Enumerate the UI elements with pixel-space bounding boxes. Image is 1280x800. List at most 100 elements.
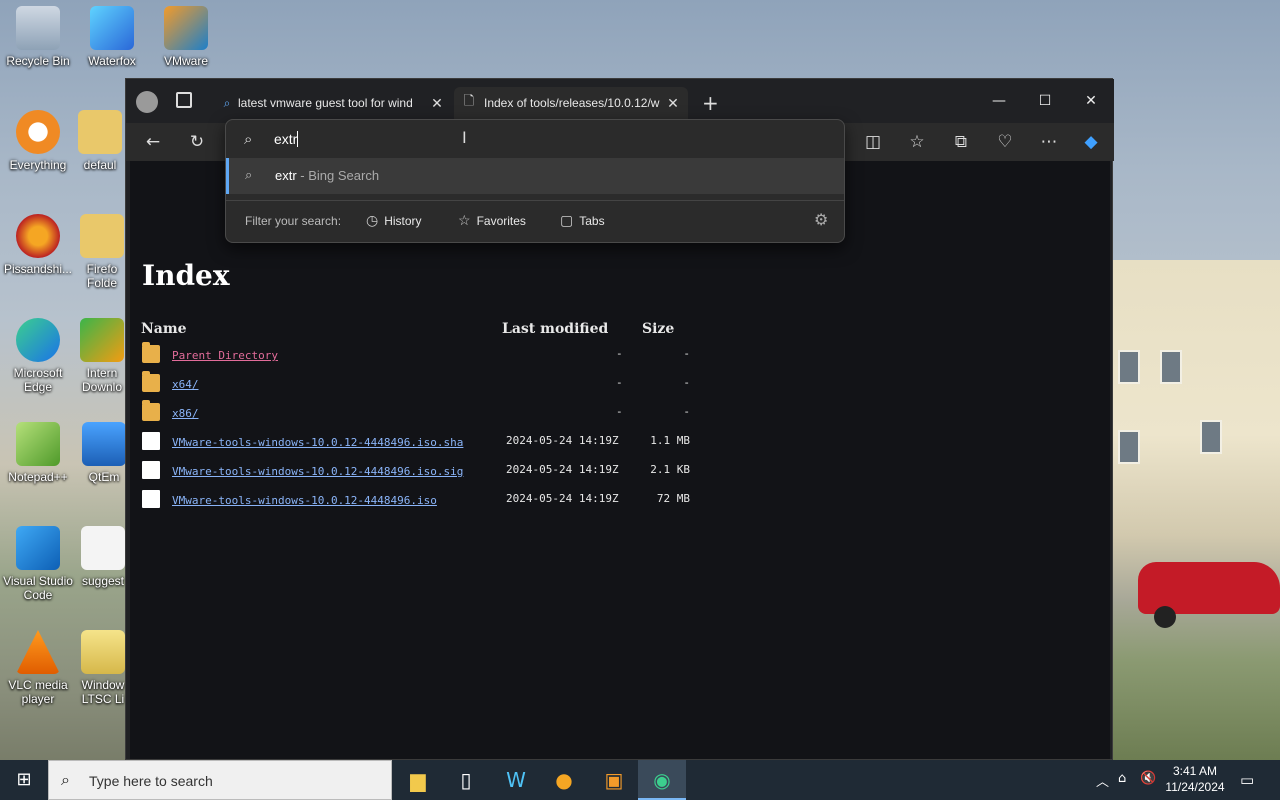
filter-tabs[interactable]: ▢ Tabs (560, 212, 605, 229)
desktop-icon-edge[interactable]: Microsoft Edge (0, 318, 76, 394)
waterfox-icon (90, 6, 134, 50)
document-icon (81, 526, 125, 570)
column-name[interactable]: Name (141, 321, 187, 337)
vmware-icon (164, 6, 208, 50)
desktop-icon-notepad-plus-plus[interactable]: Notepad++ (0, 422, 76, 484)
show-hidden-icons-icon[interactable]: ︿ (1096, 771, 1109, 790)
desktop-icon-vscode[interactable]: Visual Studio Code (0, 526, 76, 602)
search-icon: ⌕ (245, 168, 253, 183)
desktop-icon-vmware[interactable]: VMware (148, 6, 224, 68)
file-explorer-icon[interactable]: ▆ (394, 760, 442, 800)
favorites-icon[interactable]: ☆ (902, 127, 932, 157)
browser-essentials-icon[interactable]: ♡ (990, 127, 1020, 157)
text-cursor-icon: I (462, 128, 467, 147)
back-icon[interactable]: ← (138, 127, 168, 157)
desktop-icon-firefox-folder[interactable]: Firefo Folde (78, 214, 126, 290)
notifications-icon[interactable]: ▭ (1240, 771, 1254, 789)
close-window-icon[interactable]: ✕ (1068, 87, 1114, 115)
browser-icon[interactable]: ● (540, 760, 588, 800)
file-link[interactable]: VMware-tools-windows-10.0.12-4448496.iso… (172, 436, 463, 449)
gear-icon[interactable]: ⚙ (814, 210, 828, 229)
network-icon[interactable]: ⌂ (1118, 771, 1126, 786)
folder-icon (80, 214, 124, 258)
refresh-icon[interactable]: ↻ (182, 127, 212, 157)
filter-history[interactable]: ◷ History (366, 212, 422, 229)
profile-avatar-icon[interactable] (136, 91, 158, 113)
search-filter-bar: Filter your search: ◷ History ☆ Favorites … (226, 200, 844, 240)
desktop-icon-windows-ltsc[interactable]: Window LTSC Li (80, 630, 126, 706)
desktop-icon-download-manager[interactable]: Intern Downlo (78, 318, 126, 394)
vmware-icon[interactable]: ▣ (590, 760, 638, 800)
folder-icon (78, 110, 122, 154)
page-title: Index (142, 259, 230, 292)
wallpaper-window (1160, 350, 1182, 384)
monitor-icon (82, 422, 126, 466)
search-suggestion[interactable]: ⌕ extr - Bing Search (226, 158, 844, 194)
address-bar-dropdown: ⌕ extr I ⌕ extr - Bing Search Filter you… (225, 119, 845, 243)
table-row: VMware-tools-windows-10.0.12-4448496.iso… (130, 461, 750, 483)
copilot-icon[interactable]: ◆ (1076, 127, 1106, 157)
taskbar-search[interactable]: ⌕ Type here to search (48, 760, 392, 800)
folder-icon (142, 342, 160, 363)
everything-icon (16, 110, 60, 154)
edge-icon (16, 318, 60, 362)
tab-index[interactable]: 🗋 Index of tools/releases/10.0.12/w ✕ (454, 87, 688, 119)
page-content: Index Name Last modified Size Parent Dir… (130, 161, 1110, 759)
vlc-icon (16, 630, 60, 674)
desktop-icon-everything[interactable]: Everything (0, 110, 76, 172)
table-row: VMware-tools-windows-10.0.12-4448496.iso… (130, 490, 750, 512)
new-tab-icon[interactable]: + (702, 91, 719, 115)
taskbar: ⊞ ⌕ Type here to search ▆ ▯ W ● ▣ ◉ ︿ ⌂ … (0, 760, 1280, 800)
notepad-icon[interactable]: ▯ (442, 760, 490, 800)
tab-actions-icon[interactable] (176, 92, 192, 108)
more-icon[interactable]: ⋯ (1034, 127, 1064, 157)
tab-strip: ⌕ latest vmware guest tool for wind ✕ 🗋 … (126, 79, 1114, 123)
desktop-icon-vlc[interactable]: VLC media player (0, 630, 76, 706)
file-link[interactable]: x64/ (172, 378, 199, 391)
collections-icon[interactable]: ⧉ (946, 127, 976, 157)
address-bar-input[interactable]: ⌕ extr I (226, 120, 844, 158)
volume-muted-icon[interactable]: 🔇 (1140, 771, 1156, 786)
column-size[interactable]: Size (642, 321, 674, 337)
wallpaper-car (1138, 562, 1280, 628)
clock[interactable]: 3:41 AM 11/24/2024 (1160, 763, 1230, 795)
vscode-icon (16, 526, 60, 570)
wallpaper-building (1112, 260, 1280, 760)
desktop-icon-suggest[interactable]: suggest (80, 526, 126, 588)
table-row: Parent Directory - - (130, 342, 750, 367)
desktop-icon-qtem[interactable]: QtEm (82, 422, 126, 484)
file-icon (142, 461, 160, 479)
tabs-icon: ▢ (560, 212, 574, 228)
history-icon: ◷ (366, 212, 379, 228)
file-icon (142, 490, 160, 508)
notepad-plus-plus-icon (16, 422, 60, 466)
iso-icon (81, 630, 125, 674)
desktop-icon-default-folder[interactable]: defaul (74, 110, 126, 172)
split-screen-icon[interactable]: ◫ (858, 127, 888, 157)
table-row: x64/ - - (130, 371, 750, 396)
minimize-icon[interactable]: — (976, 87, 1022, 115)
waterfox-icon[interactable]: W (492, 760, 540, 800)
close-tab-icon[interactable]: ✕ (664, 95, 682, 112)
file-link[interactable]: x86/ (172, 407, 199, 420)
windows-start-icon[interactable]: ⊞ (0, 760, 48, 800)
desktop-icon-pissandshi[interactable]: Pissandshi... (0, 214, 76, 276)
filter-favorites[interactable]: ☆ Favorites (458, 212, 526, 229)
browser-icon (16, 214, 60, 258)
file-link[interactable]: VMware-tools-windows-10.0.12-4448496.iso… (172, 465, 463, 478)
close-tab-icon[interactable]: ✕ (428, 95, 446, 112)
desktop-icon-recycle-bin[interactable]: Recycle Bin (0, 6, 76, 68)
column-modified[interactable]: Last modified (502, 321, 608, 337)
maximize-icon[interactable]: ☐ (1022, 87, 1068, 115)
file-link[interactable]: Parent Directory (172, 349, 278, 362)
desktop-icon-waterfox[interactable]: Waterfox (74, 6, 150, 68)
file-link[interactable]: VMware-tools-windows-10.0.12-4448496.iso (172, 494, 437, 507)
folder-icon (142, 400, 160, 421)
star-icon: ☆ (458, 212, 471, 228)
wallpaper-window (1200, 420, 1222, 454)
search-icon: ⌕ (244, 130, 253, 148)
tab-search[interactable]: ⌕ latest vmware guest tool for wind ✕ (216, 87, 450, 119)
edge-icon[interactable]: ◉ (638, 760, 686, 800)
page-icon: 🗋 (463, 93, 475, 108)
folder-icon (142, 371, 160, 392)
